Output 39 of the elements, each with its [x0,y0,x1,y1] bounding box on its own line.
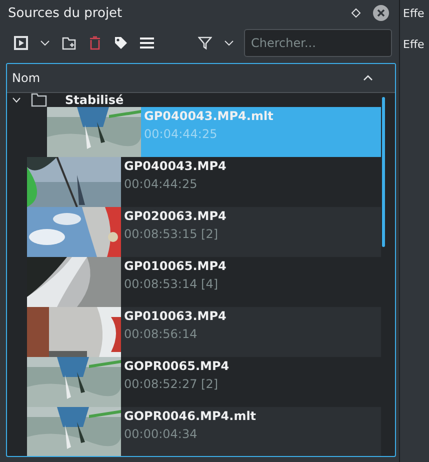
column-header[interactable]: Nom [12,71,40,85]
trash-icon[interactable] [88,36,102,50]
folder-name[interactable]: Stabilisé [65,93,124,107]
sort-caret-icon[interactable] [363,75,373,81]
clip-row[interactable]: GP010065.MP4 00:08:53:14 [4] [27,257,381,307]
clip-name: GOPR0065.MP4 [124,359,230,373]
clip-row[interactable]: GOPR0046.MP4.mlt 00:00:04:34 [27,407,381,456]
tag-icon[interactable] [114,36,128,50]
clip-name: GP010065.MP4 [124,259,226,273]
clip-name: GP010063.MP4 [124,309,226,323]
add-folder-icon[interactable] [62,36,76,50]
clip-name: GP020063.MP4 [124,209,226,223]
clip-duration: 00:08:53:14 [4] [124,277,220,291]
clip-duration: 00:08:53:15 [2] [124,227,220,241]
chevron-down-icon[interactable] [224,40,234,46]
clip-row[interactable]: GP020063.MP4 00:08:53:15 [2] [27,207,381,257]
clip-name: GP040043.MP4 [124,159,226,173]
menu-icon[interactable] [140,37,154,49]
panel-title: Effe [403,7,424,20]
filter-icon[interactable] [198,36,212,50]
scrollbar[interactable] [382,97,385,247]
clip-name: GP040043.MP4.mlt [144,109,274,123]
clip-row[interactable]: GOPR0065.MP4 00:08:52:27 [2] [27,357,381,407]
clip-duration: 00:08:52:27 [2] [124,377,220,391]
clip-duration: 00:00:04:34 [124,427,198,441]
clip-name: GOPR0046.MP4.mlt [124,409,256,423]
clip-row[interactable]: GP010063.MP4 00:08:56:14 [27,307,381,357]
folder-icon [31,93,47,107]
search-field[interactable]: Chercher... [244,29,392,57]
tab[interactable]: Effe [403,38,424,51]
chevron-down-icon[interactable] [40,40,50,46]
float-icon[interactable] [351,8,361,18]
clip-duration: 00:04:44:25 [144,127,218,141]
clip-row[interactable]: GP040043.MP4 00:04:44:25 [27,157,381,207]
clip-icon[interactable] [14,36,28,50]
panel-title: Sources du projet [8,6,124,20]
clip-duration: 00:08:56:14 [124,327,198,341]
clip-duration: 00:04:44:25 [124,177,198,191]
close-icon[interactable] [373,5,389,21]
